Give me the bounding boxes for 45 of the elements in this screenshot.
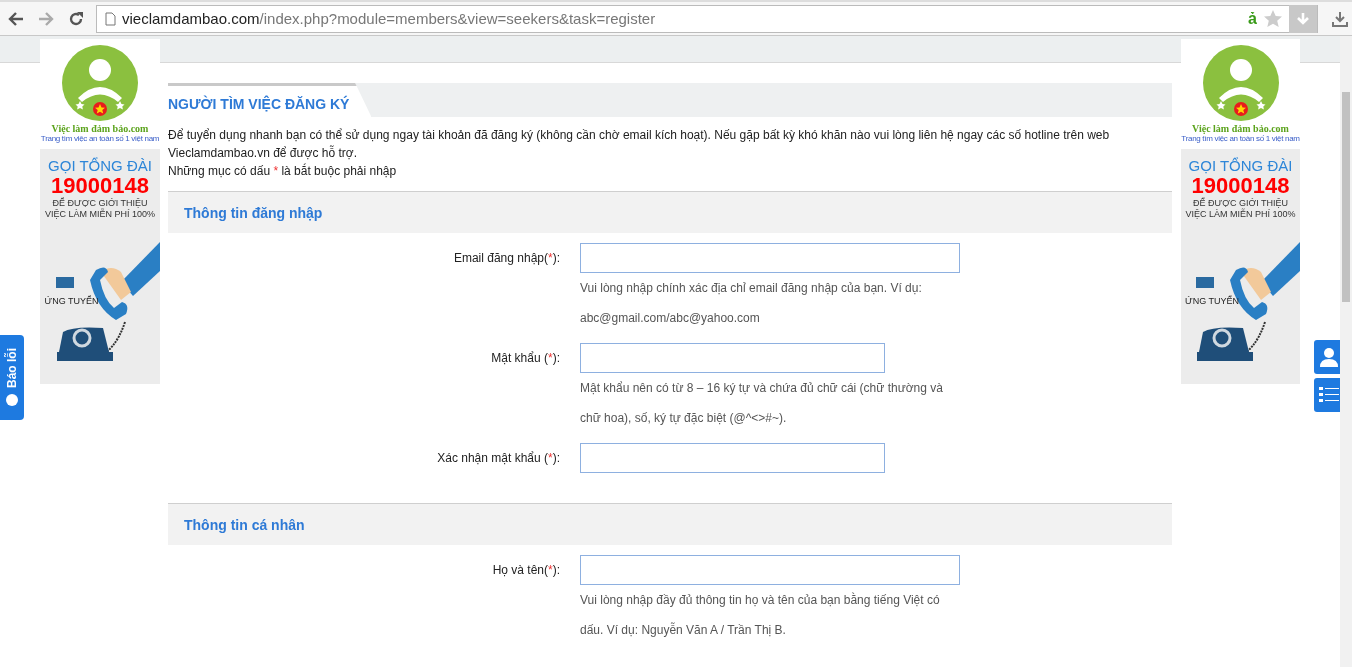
section-header: Thông tin cá nhân (168, 503, 1172, 545)
field-label: Mật khẩu (*): (490, 350, 560, 367)
banner-text: ĐỂ ĐƯỢC GIỚI THIỆU (1193, 198, 1288, 208)
logo-slogan: Trang tìm việc an toàn số 1 việt nam (1181, 134, 1300, 143)
page-icon (105, 11, 116, 26)
hotline-number: 19000148 (51, 174, 149, 198)
list-icon (1319, 386, 1339, 404)
field-label: Họ và tên(*): (491, 562, 560, 579)
hotline-number: 19000148 (1191, 174, 1290, 198)
required-note: Những mục có dấu * là bắt buộc phải nhập (168, 162, 398, 180)
banner-heading: GỌI TỔNG ĐÀI (1188, 157, 1293, 174)
banner-text: ĐỂ ĐƯỢC GIỚI THIỆU (52, 198, 148, 208)
banner-text: VIỆC LÀM MIỄN PHÍ 100% (44, 209, 155, 220)
report-tab[interactable]: Báo lỗi (0, 335, 24, 420)
star-icon[interactable] (1263, 8, 1283, 29)
reload-icon[interactable] (68, 10, 84, 27)
hotline-banner[interactable]: GỌI TỔNG ĐÀI 19000148 ĐỂ ĐƯỢC GIỚI THIỆU VIỆC LÀM MIỄN PHÍ 100% ỨNG TUYỂN (1181, 149, 1300, 384)
back-icon[interactable] (8, 11, 24, 26)
logo-name: Việc làm đảm bảo.com (1192, 123, 1289, 134)
input-field[interactable] (580, 343, 885, 373)
field-hint: Vui lòng nhập chính xác địa chỉ email đăng nhập của bạn. Ví dụ: abc@gmail.com/abc@yahoo.com (580, 280, 923, 327)
field-hint: Mật khẩu nên có từ 8 – 16 ký tự và chứa đủ chữ cái (chữ thường và chữ hoa), số, ký tự đặc biệt (@^<>#~). (580, 380, 944, 427)
hotline-banner[interactable]: GỌI TỔNG ĐÀI 19000148 ĐỂ ĐƯỢC GIỚI THIỆU VIỆC LÀM MIỄN PHÍ 100% ỨNG TUYỂN (40, 149, 160, 384)
forward-icon[interactable] (38, 11, 54, 26)
user-icon (1320, 347, 1338, 367)
download-icon[interactable] (1332, 10, 1348, 27)
page-title: NGƯỜI TÌM VIỆC ĐĂNG KÝ (168, 83, 372, 117)
banner-heading: GỌI TỔNG ĐÀI (48, 157, 152, 174)
field-label: Xác nhận mật khẩu (*): (436, 450, 560, 467)
download-icon[interactable] (1289, 4, 1317, 33)
input-field[interactable] (580, 555, 960, 585)
logo-name: Việc làm đảm bảo.com (51, 123, 149, 134)
input-field[interactable] (580, 443, 885, 473)
intro-text: Để tuyển dụng nhanh bạn có thể sử dụng ngay tài khoản đã đăng ký (không cần chờ email kích hoạt). Nếu gặp bất kỳ khó khăn nào vui lòng liên hệ ngay các số hotline trên web Vieclamdambao.vn để được hỗ trợ. (168, 127, 1111, 162)
extension-icon[interactable]: ả (1248, 9, 1257, 28)
field-hint: Vui lòng nhập đầy đủ thông tin họ và tên của bạn bằng tiếng Việt có dấu. Ví dụ: Nguyễn Văn A / Trần Thị B. (580, 591, 941, 639)
field-label: Email đăng nhập(*): (452, 250, 560, 267)
input-field[interactable] (580, 243, 960, 273)
banner-text: VIỆC LÀM MIỄN PHÍ 100% (1185, 209, 1296, 220)
section-header: Thông tin đăng nhập (168, 191, 1172, 233)
logo-slogan: Trang tìm việc an toàn số 1 việt nam (40, 134, 160, 143)
apply-text: ỨNG TUYỂN (1185, 296, 1240, 306)
apply-text: ỨNG TUYỂN (44, 296, 99, 306)
scrollbar-thumb[interactable] (1342, 92, 1350, 302)
address-bar[interactable]: vieclamdambao.com/index.php?module=members&view=seekers&task=register ả (96, 4, 1318, 33)
